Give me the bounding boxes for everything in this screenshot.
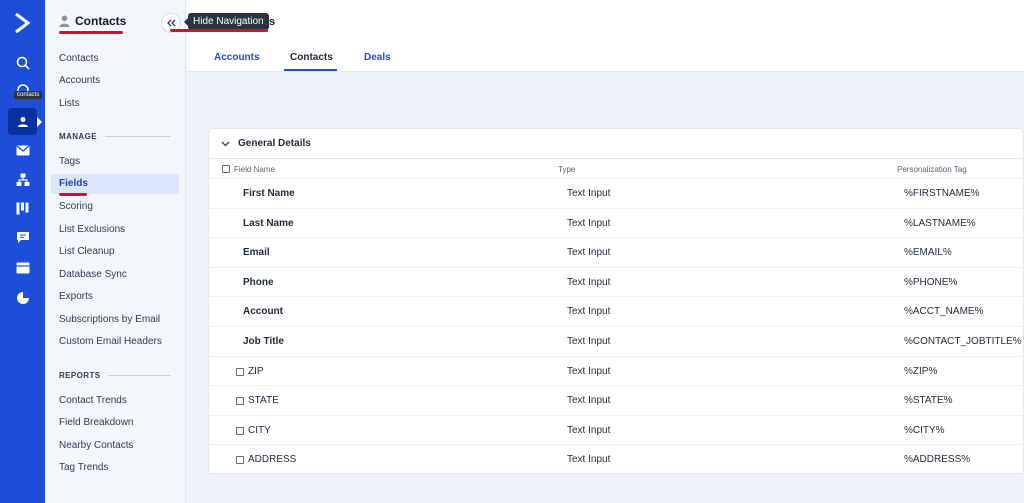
active-item-highlight-mark <box>59 193 87 196</box>
general-details-card: General Details Field Name Type Personal… <box>208 128 1024 474</box>
website-icon[interactable] <box>14 259 31 276</box>
table-row[interactable]: ZIP Text Input %ZIP% <box>209 355 1024 385</box>
field-type-cell: Text Input <box>567 217 611 229</box>
field-name-cell[interactable]: Phone <box>243 277 274 288</box>
personalization-tag-cell: %ADDRESS% <box>904 454 971 466</box>
select-all-checkbox[interactable] <box>222 165 230 173</box>
field-name-cell[interactable]: Email <box>243 247 270 258</box>
field-name-cell[interactable]: CITY <box>248 425 271 436</box>
sidebar-item-exports[interactable]: Exports <box>59 291 93 302</box>
column-header-type: Type <box>558 165 576 174</box>
field-name-cell[interactable]: ZIP <box>248 366 264 377</box>
sidebar-item-database-sync[interactable]: Database Sync <box>59 269 127 280</box>
card-title: General Details <box>238 138 311 149</box>
sidebar-item-subscriptions-by-email[interactable]: Subscriptions by Email <box>59 314 160 325</box>
general-details-header[interactable]: General Details <box>209 129 1023 159</box>
tooltip-highlight-mark <box>170 29 268 32</box>
sidebar-item-custom-email-headers[interactable]: Custom Email Headers <box>59 336 162 347</box>
active-tab-indicator <box>284 69 337 71</box>
title-highlight-mark <box>59 31 123 34</box>
field-type-cell: Text Input <box>567 365 611 377</box>
sidebar-item-contacts[interactable]: Contacts <box>59 53 98 64</box>
field-type-cell: Text Input <box>567 247 611 259</box>
personalization-tag-cell: %ZIP% <box>904 365 938 377</box>
automation-icon[interactable] <box>14 171 31 188</box>
app-logo-icon[interactable] <box>13 12 33 34</box>
double-chevron-left-icon <box>167 19 176 27</box>
tab-deals[interactable]: Deals <box>364 52 391 63</box>
row-checkbox[interactable] <box>236 456 244 465</box>
contact-person-icon <box>59 15 70 27</box>
sidebar-item-lists[interactable]: Lists <box>59 98 80 109</box>
sidebar-item-list-exclusions[interactable]: List Exclusions <box>59 224 125 235</box>
search-icon[interactable] <box>14 54 31 71</box>
field-name-cell[interactable]: STATE <box>248 395 279 406</box>
table-row[interactable]: Account Text Input %ACCT_NAME% <box>209 296 1024 325</box>
field-type-cell: Text Input <box>567 276 611 288</box>
personalization-tag-cell: %FIRSTNAME% <box>904 188 980 199</box>
mail-icon[interactable] <box>14 142 31 159</box>
chevron-down-icon[interactable] <box>221 141 230 147</box>
field-name-cell[interactable]: Last Name <box>243 218 294 229</box>
table-row[interactable]: Email Text Input %EMAIL% <box>209 237 1024 266</box>
row-checkbox[interactable] <box>236 426 244 435</box>
sidebar-item-nearby-contacts[interactable]: Nearby Contacts <box>59 440 133 451</box>
row-checkbox[interactable] <box>236 397 244 406</box>
field-type-cell: Text Input <box>567 424 611 436</box>
sidebar-item-scoring[interactable]: Scoring <box>59 201 93 212</box>
sidebar-item-field-breakdown[interactable]: Field Breakdown <box>59 417 133 428</box>
page-header: Accounts Contacts Deals <box>186 0 1024 72</box>
conversations-icon[interactable] <box>14 229 31 246</box>
field-type-cell: Text Input <box>567 306 611 318</box>
table-row[interactable]: ADDRESS Text Input %ADDRESS% <box>209 444 1024 473</box>
field-name-cell[interactable]: First Name <box>243 188 295 199</box>
personalization-tag-cell: %LASTNAME% <box>904 217 976 229</box>
table-row[interactable]: STATE Text Input %STATE% <box>209 385 1024 414</box>
personalization-tag-cell: %CITY% <box>904 424 945 436</box>
field-type-cell: Text Input <box>567 395 611 407</box>
personalization-tag-cell: %ACCT_NAME% <box>904 306 984 318</box>
field-type-cell: Text Input <box>567 336 611 347</box>
tab-contacts[interactable]: Contacts <box>290 52 333 63</box>
table-row[interactable]: Last Name Text Input %LASTNAME% <box>209 207 1024 237</box>
reports-section-heading: REPORTS <box>59 371 171 380</box>
personalization-tag-cell: %PHONE% <box>904 276 958 288</box>
field-type-cell: Text Input <box>567 454 611 466</box>
manage-section-heading: MANAGE <box>59 132 171 141</box>
personalization-tag-cell: %CONTACT_JOBTITLE% <box>904 336 1022 347</box>
sidebar-header: Contacts <box>59 14 126 28</box>
reports-icon[interactable] <box>14 289 31 306</box>
field-name-cell[interactable]: ADDRESS <box>248 454 296 465</box>
tab-accounts[interactable]: Accounts <box>214 52 260 63</box>
field-type-cell: Text Input <box>567 188 611 199</box>
contacts-icon[interactable] <box>8 108 42 135</box>
column-header-personalization-tag: Personalization Tag <box>897 165 967 174</box>
personalization-tag-cell: %EMAIL% <box>904 247 952 259</box>
sidebar-item-fields[interactable]: Fields <box>51 174 179 194</box>
table-row[interactable]: First Name Text Input %FIRSTNAME% <box>209 178 1024 207</box>
sidebar-item-tags[interactable]: Tags <box>59 156 80 167</box>
sidebar: Contacts Contacts Accounts Lists MANAGE … <box>45 0 186 503</box>
field-name-cell[interactable]: Account <box>243 306 283 317</box>
page-title-fragment: s <box>269 16 276 28</box>
sidebar-item-contact-trends[interactable]: Contact Trends <box>59 395 127 406</box>
sidebar-item-tag-trends[interactable]: Tag Trends <box>59 462 108 473</box>
sidebar-item-accounts[interactable]: Accounts <box>59 75 100 86</box>
sidebar-item-list-cleanup[interactable]: List Cleanup <box>59 246 115 257</box>
column-header-field-name: Field Name <box>234 165 275 174</box>
deals-icon[interactable] <box>14 200 31 217</box>
app-rail: contacts <box>0 0 45 503</box>
main-content: Accounts Contacts Deals General Details … <box>186 0 1024 503</box>
sidebar-title: Contacts <box>75 14 127 28</box>
hide-navigation-tooltip: Hide Navigation <box>184 13 269 30</box>
personalization-tag-cell: %STATE% <box>904 395 953 407</box>
row-checkbox[interactable] <box>236 367 244 376</box>
contacts-rail-tooltip: contacts <box>14 91 43 99</box>
field-name-cell[interactable]: Job Title <box>243 336 284 347</box>
table-row[interactable]: Phone Text Input %PHONE% <box>209 266 1024 296</box>
table-row[interactable]: CITY Text Input %CITY% <box>209 414 1024 444</box>
table-row[interactable]: Job Title Text Input %CONTACT_JOBTITLE% <box>209 326 1024 355</box>
